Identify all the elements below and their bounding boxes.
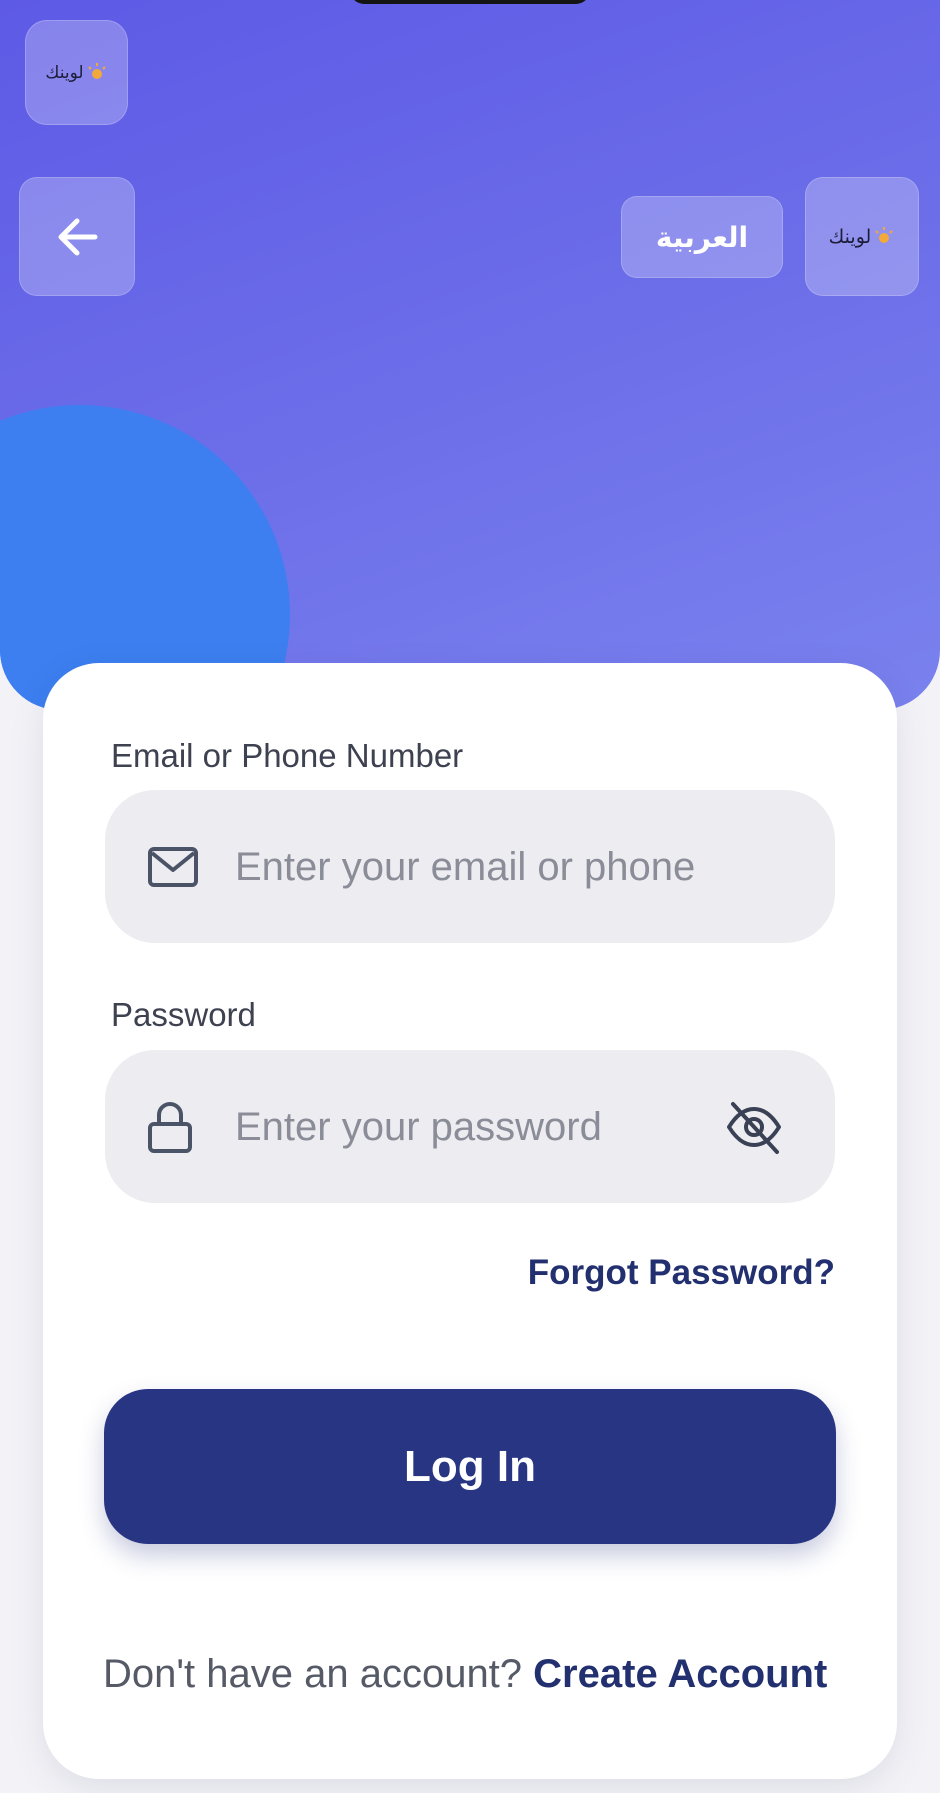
back-button[interactable] [19, 177, 135, 296]
mail-icon [148, 846, 198, 887]
email-label: Email or Phone Number [111, 737, 464, 774]
password-input[interactable] [233, 1050, 757, 1205]
app-logo: لوينك [25, 20, 128, 125]
eye-off-icon[interactable] [725, 1098, 783, 1156]
signup-prompt-text: Don't have an account? [103, 1652, 523, 1696]
create-account-link[interactable]: Create Account [533, 1652, 827, 1696]
login-button[interactable]: Log In [104, 1389, 836, 1544]
language-toggle-button[interactable]: العربية [621, 196, 783, 278]
forgot-password-link[interactable]: Forgot Password? [528, 1253, 835, 1293]
lightbulb-icon [875, 226, 894, 243]
logo-wordmark: لوينك [45, 62, 84, 83]
logo-wordmark: لوينك [828, 225, 872, 248]
brand-logo: لوينك [805, 177, 919, 296]
password-field[interactable] [105, 1050, 835, 1205]
password-label: Password [111, 996, 256, 1033]
lightbulb-icon [87, 62, 106, 79]
header-banner: لوينك العربية لوينك [0, 0, 940, 710]
lock-icon [148, 1101, 192, 1153]
signup-prompt-row: Don't have an account? Create Account [103, 1652, 843, 1697]
email-field[interactable] [105, 790, 835, 945]
email-input[interactable] [233, 790, 757, 945]
arrow-left-icon [58, 218, 98, 255]
device-notch [350, 0, 590, 4]
